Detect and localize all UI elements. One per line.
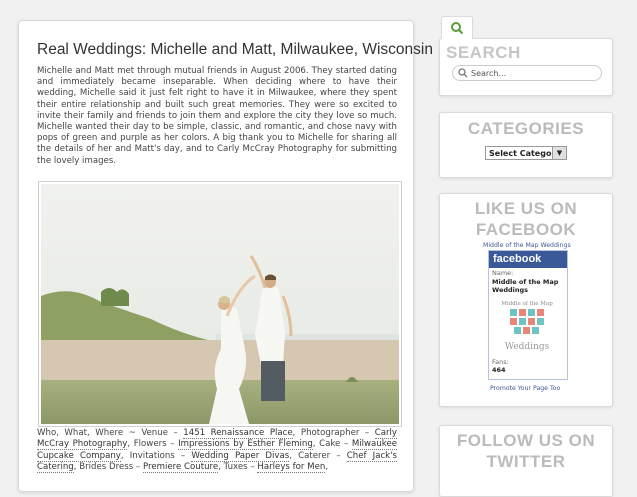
search-icon	[451, 22, 464, 35]
blog-post: Real Weddings: Michelle and Matt, Milwau…	[18, 20, 433, 492]
credit-text: , Cake –	[312, 439, 352, 450]
credit-text: , Tuxes –	[218, 461, 258, 472]
search-box[interactable]	[452, 65, 602, 81]
facebook-page-link[interactable]: Middle of the Map Weddings	[483, 242, 571, 249]
promote-page-link[interactable]: Promote Your Page Too	[490, 385, 560, 392]
search-widget: SEARCH	[439, 38, 613, 96]
credit-text: , Brides Dress –	[73, 461, 143, 472]
category-select-value: Select Categor	[489, 149, 556, 158]
category-select[interactable]: Select Categor ▼	[485, 146, 567, 160]
categories-widget: CATEGORIES Select Categor ▼	[439, 112, 613, 178]
search-widget-title: SEARCH	[446, 43, 521, 62]
twitter-widget: FOLLOW US ON TWITTER	[439, 425, 613, 497]
credit-text: , Invitations –	[120, 450, 192, 461]
credit-text: Who, What, Where ~ Venue –	[37, 428, 184, 438]
wedding-photo[interactable]	[38, 181, 402, 427]
credit-text: ,	[325, 461, 329, 472]
logo-line-2: Weddings	[505, 342, 550, 352]
fb-name-label: Name:	[492, 269, 514, 277]
fb-name-value: Middle of the Map Weddings	[492, 277, 559, 294]
post-title[interactable]: Real Weddings: Michelle and Matt, Milwau…	[37, 41, 433, 59]
credit-text: , Flowers –	[127, 439, 179, 450]
credit-text: , Photographer –	[292, 428, 375, 438]
search-input[interactable]	[471, 66, 596, 80]
wedding-photo-image	[41, 184, 399, 424]
middle-of-the-map-logo: Middle of the Map Weddings	[501, 301, 553, 352]
magnifier-icon	[458, 68, 468, 78]
twitter-widget-title: FOLLOW US ON TWITTER	[456, 431, 596, 471]
fb-fans-count: 464	[492, 366, 506, 374]
chevron-down-icon[interactable]: ▼	[552, 147, 566, 159]
vendor-credits: Who, What, Where ~ Venue – 1451 Renaissa…	[37, 428, 398, 473]
categories-widget-title: CATEGORIES	[467, 119, 585, 138]
vendor-link[interactable]: Impressions by Esther Fleming	[178, 439, 313, 451]
vendor-link[interactable]: 1451 Renaissance Place	[183, 428, 293, 439]
logo-line-1: Middle of the Map	[501, 301, 553, 307]
search-tab[interactable]	[441, 16, 473, 39]
post-body: Michelle and Matt met through mutual fri…	[37, 66, 397, 166]
fb-fans-label: Fans:	[492, 357, 509, 366]
facebook-widget-title: LIKE US ON FACEBOOK	[474, 199, 578, 239]
facebook-badge[interactable]: facebook Name: Middle of the Map Wedding…	[488, 250, 568, 380]
facebook-logo: facebook	[489, 251, 567, 268]
vendor-link[interactable]: Harleys for Men	[257, 461, 326, 473]
vendor-link[interactable]: Wedding Paper Divas	[191, 450, 290, 462]
facebook-widget: LIKE US ON FACEBOOK Middle of the Map We…	[439, 193, 613, 407]
vendor-link[interactable]: Premiere Couture	[142, 461, 219, 473]
credit-text: , Caterer –	[289, 450, 347, 461]
